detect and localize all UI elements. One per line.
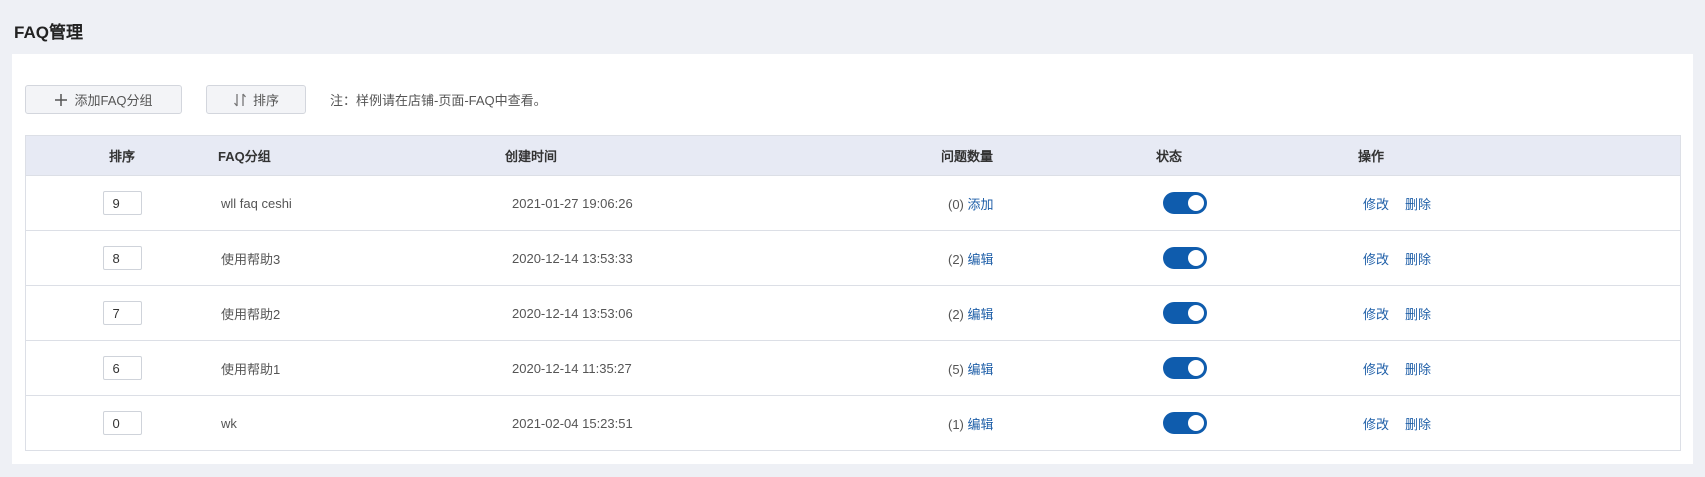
group-name: 使用帮助1	[221, 361, 281, 377]
created-time: 2020-12-14 13:53:33	[512, 250, 633, 266]
count-action-link[interactable]: 编辑	[968, 362, 994, 377]
sort-order-input[interactable]	[102, 411, 142, 435]
edit-link[interactable]: 修改	[1363, 417, 1389, 432]
sort-order-input[interactable]	[102, 301, 142, 325]
question-count: (2)	[948, 251, 964, 267]
delete-link[interactable]: 删除	[1405, 252, 1431, 267]
delete-link[interactable]: 删除	[1405, 362, 1431, 377]
header-sort: 排序	[108, 149, 135, 164]
count-action-link[interactable]: 添加	[968, 197, 994, 212]
edit-link[interactable]: 修改	[1363, 252, 1389, 267]
created-time: 2021-01-27 19:06:26	[512, 195, 633, 211]
table-row: 使用帮助3 2020-12-14 13:53:33 (2) 编辑 修改 删除	[26, 231, 1680, 286]
faq-group-table: 排序 FAQ分组 创建时间 问题数量 状态 操作 wll faq ceshi 2…	[25, 135, 1681, 451]
sort-label: 排序	[252, 93, 279, 108]
created-time: 2020-12-14 11:35:27	[512, 360, 632, 376]
question-count: (2)	[948, 306, 964, 322]
question-count: (1)	[948, 416, 964, 432]
page-title: FAQ管理	[14, 23, 83, 42]
sort-arrows-icon	[233, 93, 246, 106]
created-time: 2020-12-14 13:53:06	[512, 305, 633, 321]
header-status: 状态	[1156, 149, 1183, 164]
count-action-link[interactable]: 编辑	[968, 252, 994, 267]
header-group: FAQ分组	[218, 149, 271, 164]
status-toggle[interactable]	[1163, 302, 1207, 324]
group-name: 使用帮助3	[221, 251, 281, 267]
table-row: 使用帮助2 2020-12-14 13:53:06 (2) 编辑 修改 删除	[26, 286, 1680, 341]
group-name: wll faq ceshi	[221, 195, 292, 211]
created-time: 2021-02-04 15:23:51	[512, 415, 633, 431]
add-faq-group-button[interactable]: 添加FAQ分组	[25, 85, 182, 114]
edit-link[interactable]: 修改	[1363, 307, 1389, 322]
sort-button[interactable]: 排序	[206, 85, 306, 114]
add-faq-group-label: 添加FAQ分组	[74, 93, 153, 108]
delete-link[interactable]: 删除	[1405, 417, 1431, 432]
sort-order-input[interactable]	[102, 246, 142, 270]
group-name: wk	[221, 415, 237, 431]
table-row: wll faq ceshi 2021-01-27 19:06:26 (0) 添加…	[26, 176, 1680, 231]
count-action-link[interactable]: 编辑	[968, 417, 994, 432]
sort-order-input[interactable]	[102, 191, 142, 215]
question-count: (0)	[948, 196, 964, 212]
table-row: 使用帮助1 2020-12-14 11:35:27 (5) 编辑 修改 删除	[26, 341, 1680, 396]
table-header: 排序 FAQ分组 创建时间 问题数量 状态 操作	[26, 136, 1680, 176]
toolbar: 添加FAQ分组 排序 注：样例请在店铺-页面-FAQ中查看。	[25, 85, 547, 114]
content-panel: 添加FAQ分组 排序 注：样例请在店铺-页面-FAQ中查看。 排序 FAQ分组 …	[12, 54, 1693, 464]
sort-order-input[interactable]	[102, 356, 142, 380]
header-created: 创建时间	[505, 149, 558, 164]
count-action-link[interactable]: 编辑	[968, 307, 994, 322]
plus-icon	[55, 93, 68, 106]
delete-link[interactable]: 删除	[1405, 307, 1431, 322]
toolbar-note: 注：样例请在店铺-页面-FAQ中查看。	[330, 93, 547, 108]
question-count: (5)	[948, 361, 964, 377]
status-toggle[interactable]	[1163, 357, 1207, 379]
delete-link[interactable]: 删除	[1405, 197, 1431, 212]
header-count: 问题数量	[941, 149, 994, 164]
status-toggle[interactable]	[1163, 247, 1207, 269]
status-toggle[interactable]	[1163, 192, 1207, 214]
table-row: wk 2021-02-04 15:23:51 (1) 编辑 修改 删除	[26, 396, 1680, 450]
edit-link[interactable]: 修改	[1363, 362, 1389, 377]
group-name: 使用帮助2	[221, 306, 281, 322]
status-toggle[interactable]	[1163, 412, 1207, 434]
header-actions: 操作	[1358, 149, 1385, 164]
edit-link[interactable]: 修改	[1363, 197, 1389, 212]
